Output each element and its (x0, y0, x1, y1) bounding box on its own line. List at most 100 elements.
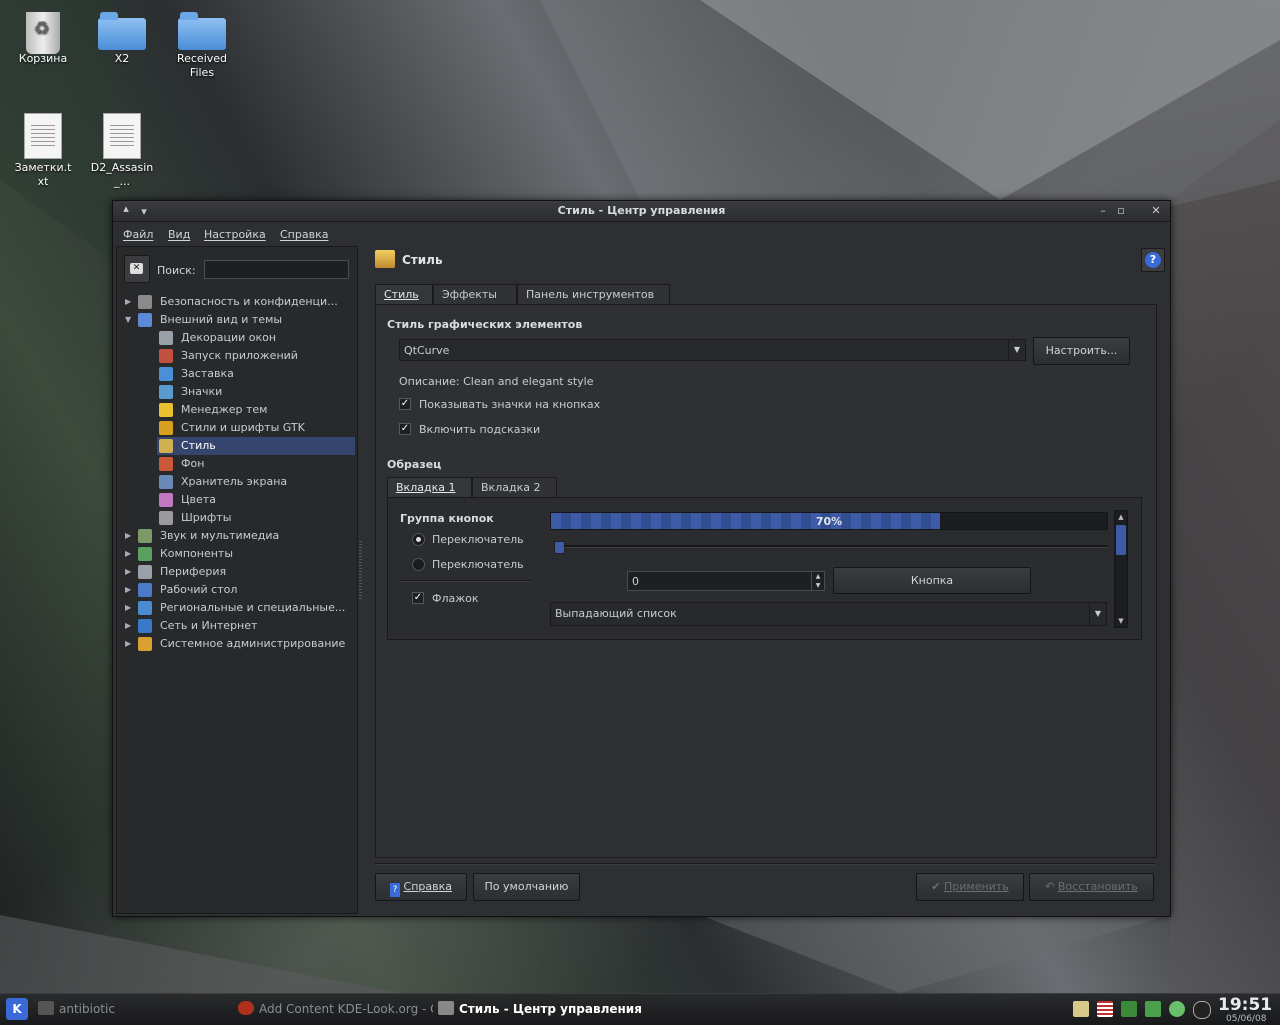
module-icon (159, 475, 173, 489)
tree-item[interactable]: Запуск приложений (157, 347, 355, 365)
maximize-icon[interactable]: ▫ (1114, 204, 1128, 218)
splitter-handle[interactable] (359, 541, 362, 601)
reset-button[interactable]: ↶ Восстановить (1029, 873, 1154, 901)
tree-item-label: Компоненты (160, 547, 234, 560)
clipboard-icon[interactable] (1073, 1001, 1089, 1017)
preview-combobox[interactable]: Выпадающий список ▼ (550, 602, 1107, 626)
tree-item[interactable]: Значки (157, 383, 355, 401)
desktop-icon-label: D2_Assasin_... (90, 161, 154, 188)
update-icon[interactable] (1145, 1001, 1161, 1017)
scroll-up-icon[interactable]: ▲ (1115, 511, 1127, 523)
clock-time[interactable]: 19:51 (1218, 995, 1272, 1015)
scroll-down-icon[interactable]: ▼ (1115, 615, 1127, 627)
titlebar[interactable]: ▴ ▾ Стиль - Центр управления – ▫ ✕ (113, 201, 1170, 222)
style-tabs: Стиль Эффекты Панель инструментов (375, 284, 775, 305)
help-icon: ? (390, 883, 401, 897)
expand-arrow-icon[interactable]: ▶ (125, 545, 135, 563)
module-icon (159, 511, 173, 525)
tree-item[interactable]: Цвета (157, 491, 355, 509)
tree-item[interactable]: Стили и шрифты GTK (157, 419, 355, 437)
desktop-icon-received-files[interactable]: Received Files (162, 8, 242, 80)
defaults-button[interactable]: По умолчанию (473, 873, 580, 901)
apply-button[interactable]: ✔ Применить (916, 873, 1024, 901)
desktop-icon-d2[interactable]: D2_Assasin_... (82, 113, 162, 189)
menu-help[interactable]: Справка (280, 228, 328, 241)
clear-search-button[interactable]: ✕ (124, 255, 150, 283)
help-button[interactable]: ? Справка (375, 873, 467, 901)
module-icon (138, 547, 152, 561)
tab-preview-2[interactable]: Вкладка 2 (472, 477, 557, 497)
tree-item[interactable]: ▶ Компоненты (117, 545, 355, 563)
k-menu-button[interactable]: K (6, 998, 28, 1020)
task-antibiotic[interactable]: antibiotic (38, 1001, 228, 1016)
spin-arrows-icon[interactable]: ▲ ▼ (811, 572, 824, 590)
expand-arrow-icon[interactable]: ▶ (125, 563, 135, 581)
expand-arrow-icon[interactable]: ▶ (125, 635, 135, 653)
menu-settings[interactable]: Настройка (204, 228, 266, 241)
slider-handle[interactable] (554, 541, 565, 554)
tree-item[interactable]: ▶ Звук и мультимедиа (117, 527, 355, 545)
preview-checkbox-label: Флажок (432, 592, 479, 605)
page-title: Стиль (402, 253, 443, 267)
minimize-icon[interactable]: – (1096, 204, 1110, 218)
tree-item[interactable]: ▶ Безопасность и конфиденци... (117, 293, 355, 311)
tree-item[interactable]: Фон (157, 455, 355, 473)
keyboard-layout-flag-icon[interactable] (1097, 1001, 1113, 1017)
whats-this-button[interactable]: ? (1141, 248, 1165, 272)
tree-item-label: Фон (181, 457, 205, 470)
tree-item-label: Шрифты (181, 511, 232, 524)
expand-arrow-icon[interactable]: ▶ (125, 581, 135, 599)
tab-toolbar[interactable]: Панель инструментов (517, 284, 670, 304)
tree-item[interactable]: ▶ Периферия (117, 563, 355, 581)
tree-item-label: Декорации окон (181, 331, 277, 344)
menu-file[interactable]: Файл (123, 228, 153, 241)
tab-style[interactable]: Стиль (375, 284, 433, 305)
tree-item[interactable]: ▶ Сеть и Интернет (117, 617, 355, 635)
amarok-icon[interactable] (1193, 1001, 1211, 1019)
task-browser[interactable]: Add Content KDE-Look.org - O... (238, 1001, 433, 1016)
style-description: Описание: Clean and elegant style (399, 375, 594, 388)
tree-item[interactable]: Стиль (157, 437, 355, 455)
tree-item[interactable]: ▶ Системное администрирование (117, 635, 355, 653)
preview-button[interactable]: Кнопка (833, 567, 1031, 594)
preview-scrollbar[interactable]: ▲ ▼ (1114, 510, 1128, 628)
expand-arrow-icon[interactable]: ▶ (125, 599, 135, 617)
configure-button[interactable]: Настроить... (1033, 337, 1130, 365)
desktop-icon-x2[interactable]: X2 (82, 8, 162, 66)
expand-arrow-icon[interactable]: ▶ (125, 293, 135, 311)
show-icons-checkbox[interactable]: ✓ (399, 398, 411, 410)
preview-spinbox[interactable]: 0 ▲ ▼ (627, 571, 825, 591)
tree-item[interactable]: ▶ Региональные и специальные... (117, 599, 355, 617)
preview-slider[interactable] (554, 545, 1107, 548)
tree-item[interactable]: Менеджер тем (157, 401, 355, 419)
undo-icon: ↶ (1045, 880, 1055, 893)
tree-item[interactable]: ▶ Рабочий стол (117, 581, 355, 599)
preview-checkbox[interactable]: ✓ (412, 592, 424, 604)
collapse-arrow-icon[interactable]: ▼ (125, 311, 135, 329)
tree-item[interactable]: Заставка (157, 365, 355, 383)
tree-item-label: Хранитель экрана (181, 475, 288, 488)
widget-style-select[interactable]: QtCurve ▼ (399, 339, 1026, 361)
search-input[interactable] (204, 260, 349, 279)
desktop-icon-trash[interactable]: Корзина (3, 8, 83, 66)
scroll-thumb[interactable] (1116, 525, 1126, 555)
task-control-center[interactable]: Стиль - Центр управления (438, 1001, 658, 1016)
network-icon[interactable] (1121, 1001, 1137, 1017)
tab-preview-1[interactable]: Вкладка 1 (387, 477, 472, 498)
radio-option-2[interactable] (412, 558, 425, 571)
menu-view[interactable]: Вид (168, 228, 190, 241)
tree-item[interactable]: ▼ Внешний вид и темы (117, 311, 355, 329)
module-icon (159, 421, 173, 435)
tab-effects[interactable]: Эффекты (433, 284, 517, 304)
radio-option-1[interactable] (412, 533, 425, 546)
tooltips-checkbox[interactable]: ✓ (399, 423, 411, 435)
status-icon[interactable] (1169, 1001, 1185, 1017)
tree-item[interactable]: Декорации окон (157, 329, 355, 347)
close-icon[interactable]: ✕ (1149, 204, 1163, 218)
expand-arrow-icon[interactable]: ▶ (125, 527, 135, 545)
desktop-icon-notes[interactable]: Заметки.txt (3, 113, 83, 189)
expand-arrow-icon[interactable]: ▶ (125, 617, 135, 635)
tree-item[interactable]: Шрифты (157, 509, 355, 527)
terminal-icon (38, 1001, 54, 1015)
tree-item[interactable]: Хранитель экрана (157, 473, 355, 491)
